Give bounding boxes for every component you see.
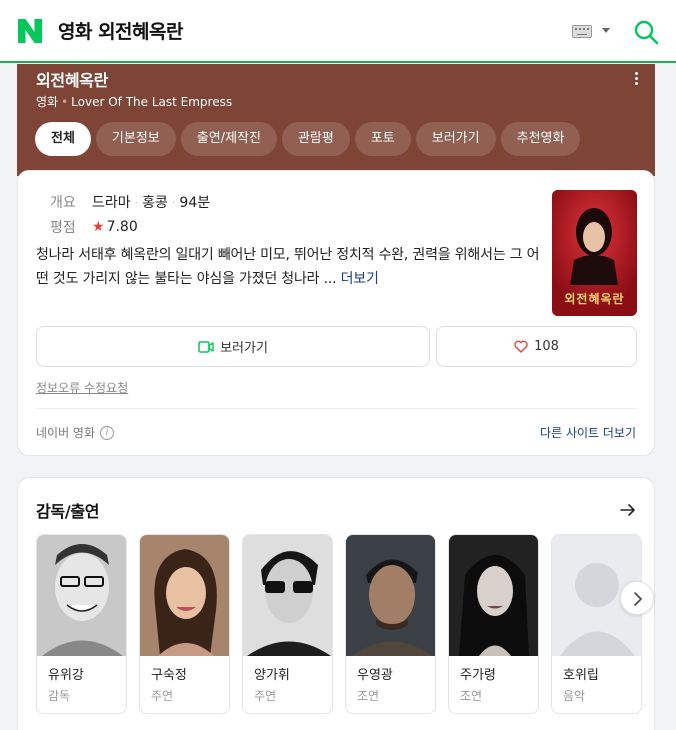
- person-role: 조연: [357, 689, 380, 703]
- movie-category: 영화: [36, 95, 59, 109]
- naver-logo-icon[interactable]: [18, 19, 42, 43]
- synopsis-more-link[interactable]: 더보기: [341, 271, 379, 287]
- person-role: 감독: [48, 689, 71, 703]
- movie-original-title: Lover Of The Last Empress: [71, 95, 233, 109]
- tab-reviews[interactable]: 관람평: [281, 122, 350, 156]
- movie-poster[interactable]: 외전혜옥란: [552, 190, 637, 316]
- report-error-link[interactable]: 정보오류 수정요청: [36, 379, 128, 396]
- more-options-icon[interactable]: [635, 72, 639, 86]
- person-role: 주연: [151, 689, 174, 703]
- tab-watch[interactable]: 보러가기: [415, 122, 496, 156]
- cast-member[interactable]: 주가령 조연: [448, 534, 539, 714]
- movie-hero-banner: 외전혜옥란 영화 • Lover Of The Last Empress 전체 기본…: [17, 64, 655, 176]
- person-role: 주연: [254, 689, 277, 703]
- divider: [36, 408, 637, 409]
- separator-dot: ·: [134, 195, 139, 209]
- separator-dot: ·: [171, 195, 176, 209]
- person-name: 우영광: [357, 668, 393, 683]
- like-count: 108: [534, 339, 559, 354]
- watch-button[interactable]: 보러가기: [36, 326, 430, 367]
- tab-basic-info[interactable]: 기본정보: [95, 122, 176, 156]
- tab-photos[interactable]: 포토: [354, 122, 411, 156]
- search-icon[interactable]: [633, 19, 659, 45]
- search-query[interactable]: 영화 외전혜옥란: [58, 17, 183, 44]
- person-name: 구숙정: [151, 668, 187, 683]
- movie-title[interactable]: 외전혜옥란: [36, 67, 108, 91]
- summary-row: 개요 드라마 · 홍콩 · 94분: [50, 192, 210, 212]
- summary-label: 개요: [50, 195, 76, 211]
- country[interactable]: 홍콩: [142, 192, 168, 212]
- person-photo: [37, 535, 126, 656]
- person-role: 조연: [460, 689, 483, 703]
- other-sites-link[interactable]: 다른 사이트 더보기: [540, 424, 636, 441]
- source-info: 네이버 영화 i: [36, 424, 115, 441]
- synopsis-text: 청나라 서태후 혜옥란의 일대기 빼어난 미모, 뛰어난 정치적 수완, 권력을…: [36, 247, 540, 287]
- person-photo: [346, 535, 435, 656]
- separator-dot: •: [61, 95, 69, 109]
- cast-member[interactable]: 유위강 감독: [36, 534, 127, 714]
- person-photo: [243, 535, 332, 656]
- person-name: 호위립: [563, 668, 599, 683]
- person-photo: [140, 535, 229, 656]
- overview-card: 개요 드라마 · 홍콩 · 94분 평점 ★ 7.80 청나라 서태후 혜옥란의…: [17, 170, 655, 456]
- synopsis: 청나라 서태후 혜옥란의 일대기 빼어난 미모, 뛰어난 정치적 수완, 권력을…: [36, 243, 546, 291]
- person-name: 양가휘: [254, 668, 290, 683]
- keyboard-icon[interactable]: [572, 25, 592, 38]
- poster-title: 외전혜옥란: [564, 292, 625, 306]
- person-name: 유위강: [48, 668, 84, 683]
- section-title: 감독/출연: [36, 502, 100, 521]
- dropdown-caret-icon[interactable]: [602, 28, 610, 33]
- top-search-bar: 영화 외전혜옥란: [0, 0, 676, 63]
- genre[interactable]: 드라마: [92, 192, 131, 212]
- tab-recommended[interactable]: 추천영화: [500, 122, 581, 156]
- cast-card: 감독/출연 유위강 감독 구숙정 주연 양가휘 주연 우영광 조연 주가령 조연…: [17, 477, 655, 730]
- arrow-right-icon[interactable]: [620, 503, 636, 517]
- rating-row: 평점 ★ 7.80: [50, 217, 138, 237]
- person-name: 주가령: [460, 668, 496, 683]
- carousel-next-button[interactable]: [620, 581, 654, 615]
- runtime: 94분: [179, 195, 211, 211]
- tab-cast-crew[interactable]: 출연/제작진: [180, 122, 277, 156]
- chevron-right-icon: [634, 592, 642, 606]
- cast-member[interactable]: 우영광 조연: [345, 534, 436, 714]
- watch-button-label: 보러가기: [220, 341, 268, 356]
- movie-subtitle: 영화 • Lover Of The Last Empress: [36, 93, 232, 110]
- person-role: 음악: [563, 689, 586, 703]
- source-label: 네이버 영화: [36, 426, 96, 440]
- tab-all[interactable]: 전체: [35, 122, 91, 156]
- cast-list: 유위강 감독 구숙정 주연 양가휘 주연 우영광 조연 주가령 조연 호위립 음…: [36, 534, 642, 714]
- cast-member[interactable]: 양가휘 주연: [242, 534, 333, 714]
- info-icon[interactable]: i: [100, 425, 115, 440]
- movie-tabs: 전체 기본정보 출연/제작진 관람평 포토 보러가기 추천영화: [35, 122, 581, 156]
- cast-member[interactable]: 호위립 음악: [551, 534, 642, 714]
- star-icon: ★: [92, 219, 105, 235]
- cast-member[interactable]: 구숙정 주연: [139, 534, 230, 714]
- video-icon: [198, 340, 214, 353]
- like-button[interactable]: 108: [436, 326, 637, 367]
- rating-label: 평점: [50, 220, 76, 236]
- person-photo: [449, 535, 538, 656]
- rating-value[interactable]: 7.80: [107, 219, 138, 235]
- heart-icon: [514, 340, 528, 353]
